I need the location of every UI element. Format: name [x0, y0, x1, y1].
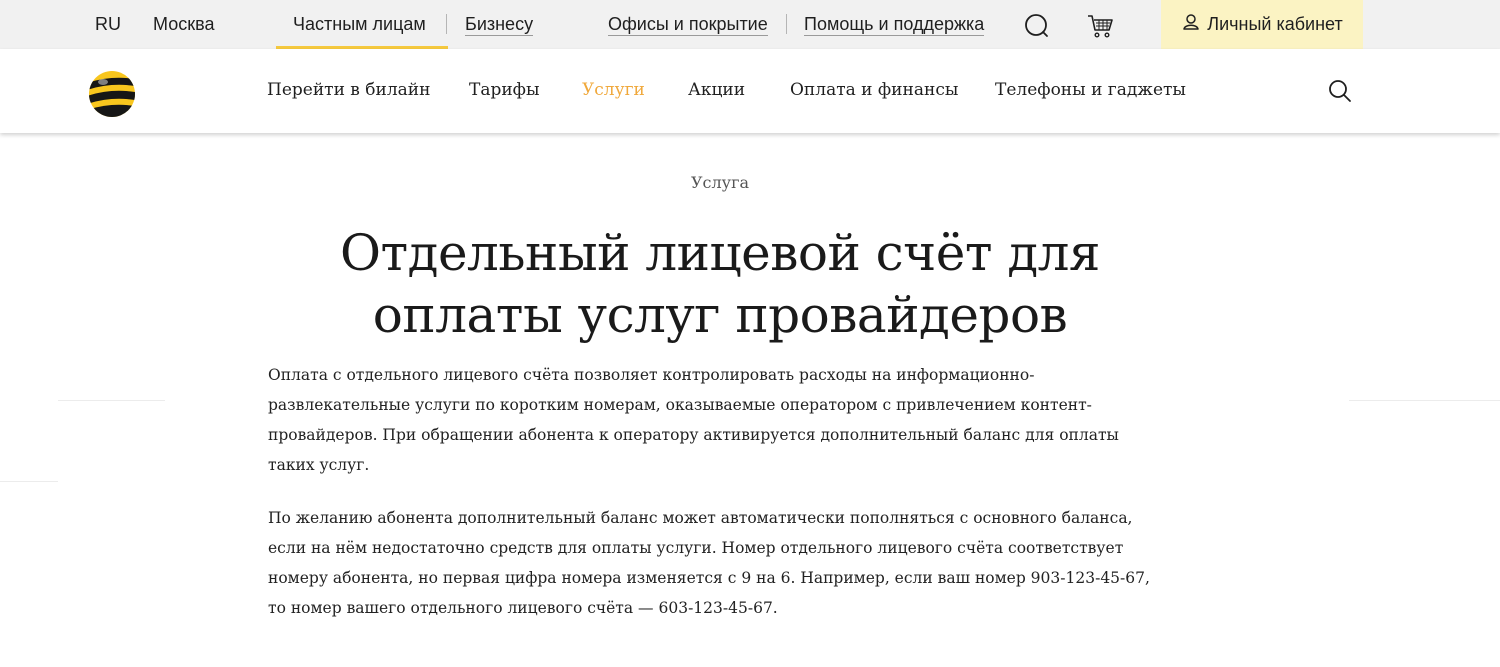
page-title-line-2: оплаты услуг провайдеров — [372, 286, 1068, 344]
top-utility-bar: RU Москва Частным лицам Бизнесу Офисы и … — [0, 0, 1500, 49]
nav-item-services[interactable]: Услуги — [582, 80, 645, 100]
beeline-logo[interactable] — [88, 70, 136, 118]
city-selector[interactable]: Москва — [153, 13, 214, 35]
language-switch[interactable]: RU — [95, 13, 121, 35]
page-title: Отдельный лицевой счёт для оплаты услуг … — [300, 222, 1140, 346]
search-icon[interactable] — [1327, 78, 1353, 104]
personal-account-button[interactable]: Личный кабинет — [1161, 0, 1363, 49]
main-navigation: Перейти в билайн Тарифы Услуги Акции Опл… — [0, 49, 1500, 133]
personal-account-label: Личный кабинет — [1207, 14, 1343, 34]
decorative-line — [0, 481, 58, 482]
nav-item-tariffs[interactable]: Тарифы — [469, 80, 540, 100]
nav-item-payment-finance[interactable]: Оплата и финансы — [790, 80, 958, 100]
nav-item-move-to-beeline[interactable]: Перейти в билайн — [267, 80, 430, 100]
nav-item-promotions[interactable]: Акции — [688, 80, 745, 100]
page-eyebrow: Услуга — [690, 173, 750, 192]
cart-icon[interactable] — [1086, 12, 1114, 40]
decorative-line — [1349, 400, 1500, 401]
segment-private[interactable]: Частным лицам — [293, 13, 426, 35]
offices-link[interactable]: Офисы и покрытие — [608, 13, 768, 36]
segment-business[interactable]: Бизнесу — [465, 13, 534, 36]
divider — [786, 14, 787, 34]
divider — [446, 14, 447, 34]
decorative-line — [58, 400, 165, 401]
nav-item-phones-gadgets[interactable]: Телефоны и гаджеты — [995, 80, 1186, 100]
user-icon — [1181, 12, 1201, 37]
help-link[interactable]: Помощь и поддержка — [804, 13, 985, 36]
chat-icon[interactable] — [1022, 12, 1050, 40]
page-title-line-1: Отдельный лицевой счёт для — [340, 224, 1100, 282]
description-paragraph: Оплата с отдельного лицевого счёта позво… — [268, 366, 1119, 474]
description-paragraph: По желанию абонента дополнительный балан… — [268, 509, 1150, 617]
